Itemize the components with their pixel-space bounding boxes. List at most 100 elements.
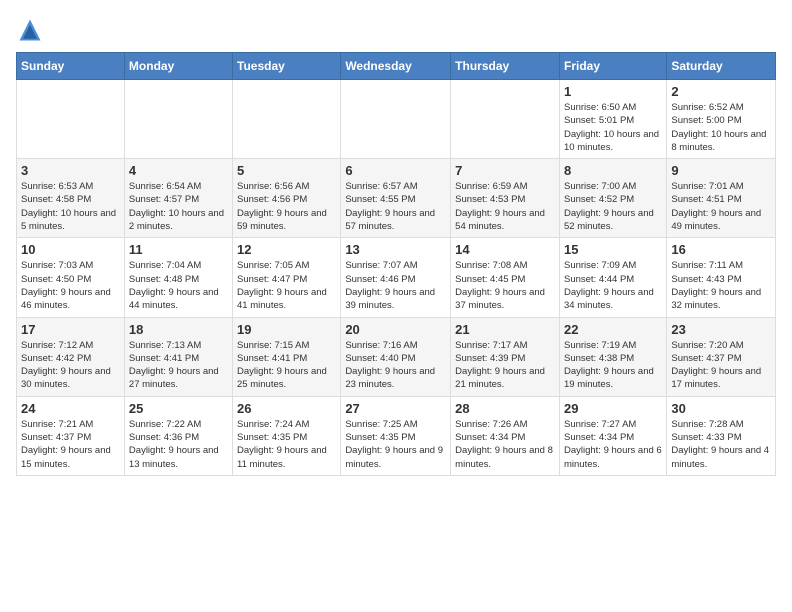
calendar-cell [451, 80, 560, 159]
day-number: 14 [455, 242, 555, 257]
calendar-cell: 8 Sunrise: 7:00 AM Sunset: 4:52 PM Daylig… [559, 159, 666, 238]
day-header-thursday: Thursday [451, 53, 560, 80]
day-number: 11 [129, 242, 228, 257]
day-info: Sunrise: 6:56 AM Sunset: 4:56 PM Dayligh… [237, 180, 336, 233]
day-info: Sunrise: 7:21 AM Sunset: 4:37 PM Dayligh… [21, 418, 120, 471]
day-number: 21 [455, 322, 555, 337]
calendar-cell: 22 Sunrise: 7:19 AM Sunset: 4:38 PM Dayli… [559, 317, 666, 396]
calendar-cell: 9 Sunrise: 7:01 AM Sunset: 4:51 PM Daylig… [667, 159, 776, 238]
day-info: Sunrise: 7:26 AM Sunset: 4:34 PM Dayligh… [455, 418, 555, 471]
day-number: 7 [455, 163, 555, 178]
calendar-cell: 15 Sunrise: 7:09 AM Sunset: 4:44 PM Dayli… [559, 238, 666, 317]
day-number: 24 [21, 401, 120, 416]
day-number: 19 [237, 322, 336, 337]
day-number: 1 [564, 84, 662, 99]
day-header-saturday: Saturday [667, 53, 776, 80]
calendar-cell: 14Sunrise: 7:08 AM Sunset: 4:45 PM Dayli… [451, 238, 560, 317]
calendar-cell: 20 Sunrise: 7:16 AM Sunset: 4:40 PM Dayli… [341, 317, 451, 396]
day-number: 3 [21, 163, 120, 178]
calendar-cell: 11 Sunrise: 7:04 AM Sunset: 4:48 PM Dayli… [124, 238, 232, 317]
calendar-cell: 5Sunrise: 6:56 AM Sunset: 4:56 PM Daylig… [233, 159, 341, 238]
day-number: 2 [671, 84, 771, 99]
calendar-cell [17, 80, 125, 159]
logo-icon [16, 16, 44, 44]
calendar-cell: 24 Sunrise: 7:21 AM Sunset: 4:37 PM Dayli… [17, 396, 125, 475]
day-info: Sunrise: 7:25 AM Sunset: 4:35 PM Dayligh… [345, 418, 446, 471]
calendar-cell [341, 80, 451, 159]
day-info: Sunrise: 7:00 AM Sunset: 4:52 PM Dayligh… [564, 180, 662, 233]
calendar-cell: 16Sunrise: 7:11 AM Sunset: 4:43 PM Dayli… [667, 238, 776, 317]
calendar-cell: 17 Sunrise: 7:12 AM Sunset: 4:42 PM Dayli… [17, 317, 125, 396]
logo [16, 16, 48, 44]
page-header [16, 16, 776, 44]
calendar-cell: 29 Sunrise: 7:27 AM Sunset: 4:34 PM Dayli… [559, 396, 666, 475]
calendar-cell: 25 Sunrise: 7:22 AM Sunset: 4:36 PM Dayli… [124, 396, 232, 475]
day-header-tuesday: Tuesday [233, 53, 341, 80]
day-info: Sunrise: 6:50 AM Sunset: 5:01 PM Dayligh… [564, 101, 662, 154]
day-info: Sunrise: 7:17 AM Sunset: 4:39 PM Dayligh… [455, 339, 555, 392]
calendar-cell: 12Sunrise: 7:05 AM Sunset: 4:47 PM Dayli… [233, 238, 341, 317]
day-info: Sunrise: 7:24 AM Sunset: 4:35 PM Dayligh… [237, 418, 336, 471]
calendar-week-5: 24 Sunrise: 7:21 AM Sunset: 4:37 PM Dayli… [17, 396, 776, 475]
day-info: Sunrise: 7:20 AM Sunset: 4:37 PM Dayligh… [671, 339, 771, 392]
day-info: Sunrise: 7:22 AM Sunset: 4:36 PM Dayligh… [129, 418, 228, 471]
calendar-table: SundayMondayTuesdayWednesdayThursdayFrid… [16, 52, 776, 476]
day-info: Sunrise: 7:07 AM Sunset: 4:46 PM Dayligh… [345, 259, 446, 312]
calendar-cell: 4Sunrise: 6:54 AM Sunset: 4:57 PM Daylig… [124, 159, 232, 238]
day-info: Sunrise: 7:12 AM Sunset: 4:42 PM Dayligh… [21, 339, 120, 392]
day-number: 29 [564, 401, 662, 416]
day-number: 15 [564, 242, 662, 257]
calendar-week-4: 17 Sunrise: 7:12 AM Sunset: 4:42 PM Dayli… [17, 317, 776, 396]
day-number: 27 [345, 401, 446, 416]
calendar-cell: 28 Sunrise: 7:26 AM Sunset: 4:34 PM Dayli… [451, 396, 560, 475]
calendar-cell [233, 80, 341, 159]
calendar-cell: 6Sunrise: 6:57 AM Sunset: 4:55 PM Daylig… [341, 159, 451, 238]
calendar-week-3: 10 Sunrise: 7:03 AM Sunset: 4:50 PM Dayli… [17, 238, 776, 317]
day-number: 23 [671, 322, 771, 337]
day-info: Sunrise: 7:04 AM Sunset: 4:48 PM Dayligh… [129, 259, 228, 312]
calendar-cell: 30 Sunrise: 7:28 AM Sunset: 4:33 PM Dayli… [667, 396, 776, 475]
day-number: 22 [564, 322, 662, 337]
day-header-wednesday: Wednesday [341, 53, 451, 80]
calendar-cell: 10 Sunrise: 7:03 AM Sunset: 4:50 PM Dayli… [17, 238, 125, 317]
day-number: 17 [21, 322, 120, 337]
day-number: 8 [564, 163, 662, 178]
day-number: 9 [671, 163, 771, 178]
calendar-cell: 1 Sunrise: 6:50 AM Sunset: 5:01 PM Daylig… [559, 80, 666, 159]
day-info: Sunrise: 6:53 AM Sunset: 4:58 PM Dayligh… [21, 180, 120, 233]
day-info: Sunrise: 7:28 AM Sunset: 4:33 PM Dayligh… [671, 418, 771, 471]
day-header-friday: Friday [559, 53, 666, 80]
calendar-week-2: 3 Sunrise: 6:53 AM Sunset: 4:58 PM Daylig… [17, 159, 776, 238]
day-info: Sunrise: 7:13 AM Sunset: 4:41 PM Dayligh… [129, 339, 228, 392]
day-number: 10 [21, 242, 120, 257]
day-number: 25 [129, 401, 228, 416]
day-info: Sunrise: 7:27 AM Sunset: 4:34 PM Dayligh… [564, 418, 662, 471]
day-info: Sunrise: 7:15 AM Sunset: 4:41 PM Dayligh… [237, 339, 336, 392]
day-info: Sunrise: 6:57 AM Sunset: 4:55 PM Dayligh… [345, 180, 446, 233]
calendar-cell: 2 Sunrise: 6:52 AM Sunset: 5:00 PM Daylig… [667, 80, 776, 159]
day-info: Sunrise: 7:03 AM Sunset: 4:50 PM Dayligh… [21, 259, 120, 312]
day-info: Sunrise: 6:59 AM Sunset: 4:53 PM Dayligh… [455, 180, 555, 233]
calendar-cell: 21 Sunrise: 7:17 AM Sunset: 4:39 PM Dayli… [451, 317, 560, 396]
calendar-cell: 13 Sunrise: 7:07 AM Sunset: 4:46 PM Dayli… [341, 238, 451, 317]
calendar-cell: 19 Sunrise: 7:15 AM Sunset: 4:41 PM Dayli… [233, 317, 341, 396]
calendar-cell: 27 Sunrise: 7:25 AM Sunset: 4:35 PM Dayli… [341, 396, 451, 475]
day-info: Sunrise: 7:19 AM Sunset: 4:38 PM Dayligh… [564, 339, 662, 392]
day-number: 18 [129, 322, 228, 337]
calendar-cell [124, 80, 232, 159]
day-info: Sunrise: 7:16 AM Sunset: 4:40 PM Dayligh… [345, 339, 446, 392]
day-number: 13 [345, 242, 446, 257]
calendar-week-1: 1 Sunrise: 6:50 AM Sunset: 5:01 PM Daylig… [17, 80, 776, 159]
day-number: 20 [345, 322, 446, 337]
calendar-cell: 26Sunrise: 7:24 AM Sunset: 4:35 PM Dayli… [233, 396, 341, 475]
day-info: Sunrise: 7:09 AM Sunset: 4:44 PM Dayligh… [564, 259, 662, 312]
day-header-sunday: Sunday [17, 53, 125, 80]
day-number: 28 [455, 401, 555, 416]
calendar-cell: 18 Sunrise: 7:13 AM Sunset: 4:41 PM Dayli… [124, 317, 232, 396]
day-info: Sunrise: 7:01 AM Sunset: 4:51 PM Dayligh… [671, 180, 771, 233]
day-number: 30 [671, 401, 771, 416]
day-number: 16 [671, 242, 771, 257]
calendar-cell: 7 Sunrise: 6:59 AM Sunset: 4:53 PM Daylig… [451, 159, 560, 238]
calendar-cell: 3 Sunrise: 6:53 AM Sunset: 4:58 PM Daylig… [17, 159, 125, 238]
day-info: Sunrise: 6:52 AM Sunset: 5:00 PM Dayligh… [671, 101, 771, 154]
